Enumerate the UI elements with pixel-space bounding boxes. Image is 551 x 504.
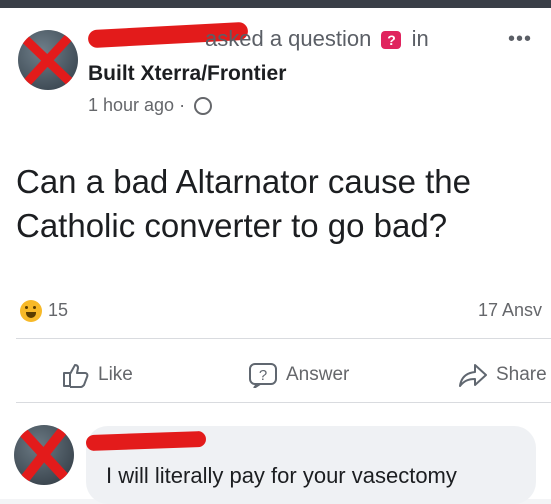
post-meta: 1 hour ago ·	[88, 95, 213, 116]
haha-reaction-icon[interactable]	[20, 300, 42, 322]
thumbs-up-icon	[63, 364, 89, 388]
post-timestamp[interactable]: 1 hour ago	[88, 95, 174, 115]
answers-count[interactable]: 17 Ansv	[478, 300, 542, 321]
redaction-x-mark	[18, 31, 77, 90]
commenter-avatar[interactable]	[14, 425, 74, 485]
redaction-x-mark	[15, 425, 73, 485]
globe-icon	[194, 97, 213, 116]
meta-separator: ·	[179, 95, 186, 115]
svg-text:?: ?	[259, 367, 267, 384]
answer-label: Answer	[286, 364, 350, 385]
like-button[interactable]: Like	[62, 362, 133, 388]
comment-text: I will literally pay for your vasectomy	[106, 463, 457, 488]
divider-top	[16, 338, 551, 339]
group-name-link[interactable]: Built Xterra/Frontier	[88, 62, 286, 86]
divider-bottom	[16, 402, 551, 403]
author-avatar[interactable]	[18, 30, 78, 90]
answer-button[interactable]: ? Answer	[248, 362, 349, 388]
asked-question-line: asked a question ? in	[205, 26, 429, 52]
share-label: Share	[496, 364, 547, 385]
share-button[interactable]: Share	[458, 362, 547, 388]
more-options-icon[interactable]: •••	[508, 28, 532, 51]
question-text: Can a bad Altarnator cause the Catholic …	[16, 163, 471, 244]
in-word: in	[411, 26, 429, 51]
reaction-count[interactable]: 15	[48, 300, 68, 321]
top-bar	[0, 0, 551, 8]
answer-icon: ?	[249, 363, 277, 388]
asked-question-text: asked a question	[205, 26, 372, 51]
share-icon	[459, 364, 487, 387]
question-badge-icon: ?	[381, 31, 402, 50]
like-label: Like	[98, 364, 133, 385]
